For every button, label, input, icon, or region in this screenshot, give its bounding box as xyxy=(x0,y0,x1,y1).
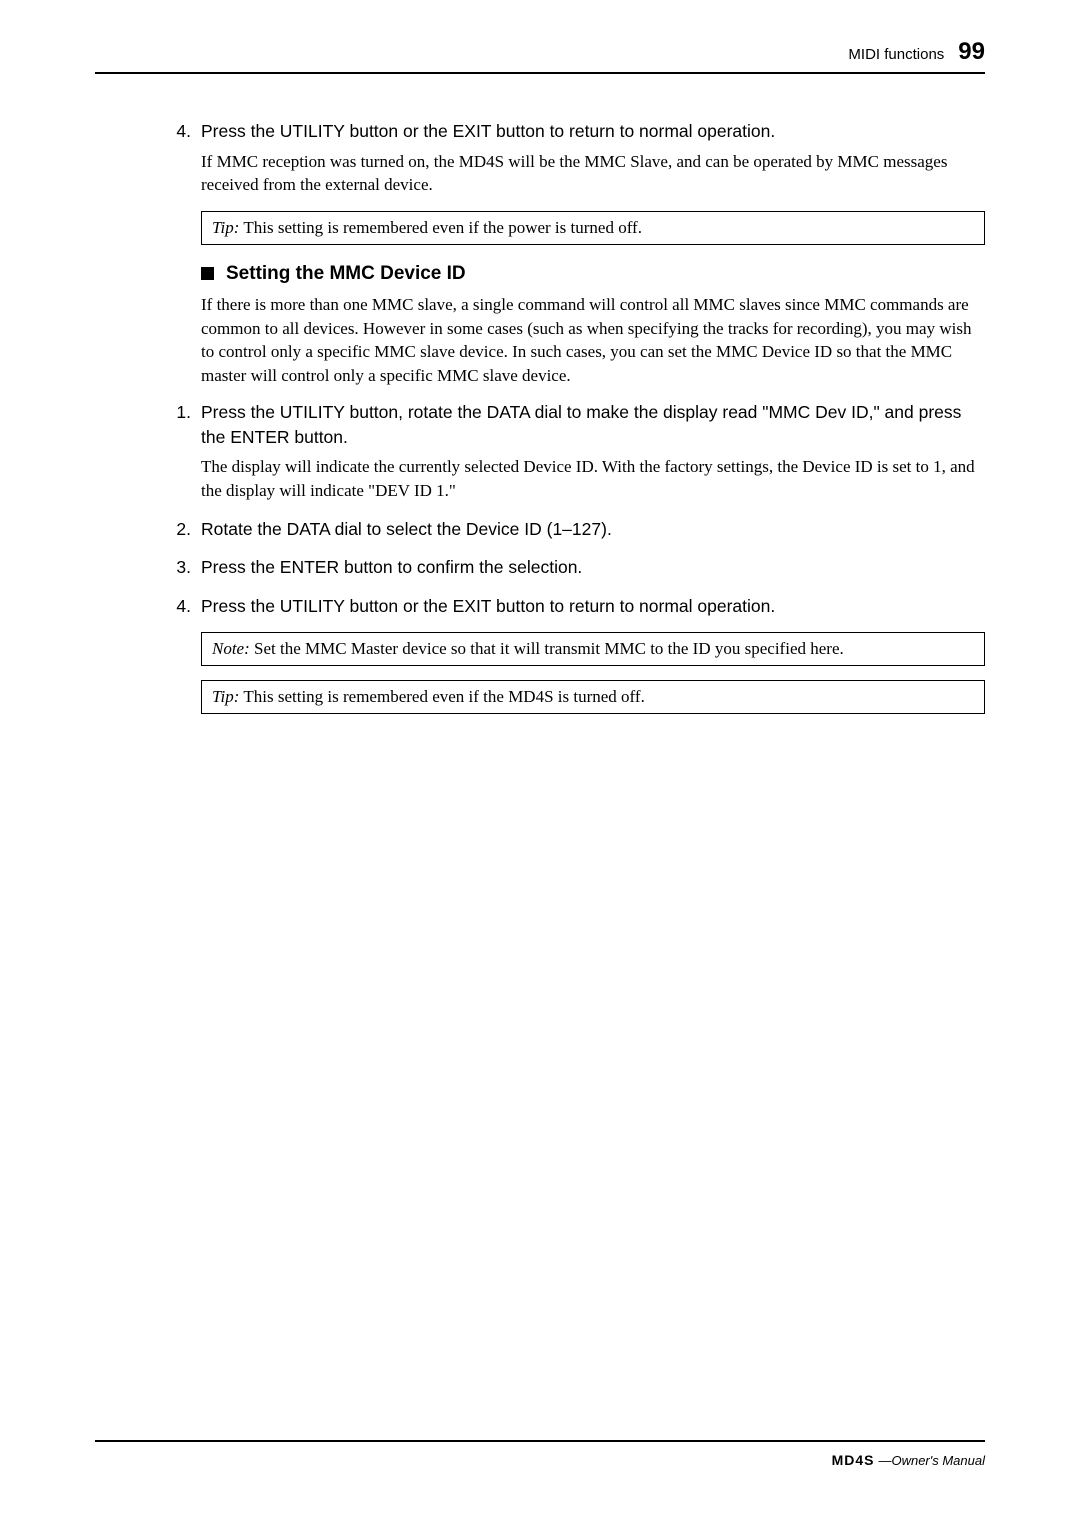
header-page-number: 99 xyxy=(958,38,985,66)
tip-box-1: Tip: This setting is remembered even if … xyxy=(201,211,985,245)
step-number: 4. xyxy=(95,594,201,619)
step-text: Press the UTILITY button or the EXIT but… xyxy=(201,594,985,619)
step-text: Press the ENTER button to confirm the se… xyxy=(201,555,985,580)
header-section-label: MIDI functions xyxy=(848,46,944,63)
section-title: Setting the MMC Device ID xyxy=(226,263,466,285)
tip-box-2: Tip: This setting is remembered even if … xyxy=(201,680,985,714)
step-1: 1. Press the UTILITY button, rotate the … xyxy=(95,400,985,503)
step-body: If MMC reception was turned on, the MD4S… xyxy=(201,150,985,198)
note-box: Note: Set the MMC Master device so that … xyxy=(201,632,985,666)
bullet-square-icon xyxy=(201,267,214,280)
page-container: MIDI functions 99 4. Press the UTILITY b… xyxy=(0,0,1080,1528)
step-4: 4. Press the UTILITY button or the EXIT … xyxy=(95,594,985,619)
step-line: 4. Press the UTILITY button or the EXIT … xyxy=(95,594,985,619)
footer-manual-label: —Owner's Manual xyxy=(878,1453,985,1468)
step-3: 3. Press the ENTER button to confirm the… xyxy=(95,555,985,580)
step-line: 2. Rotate the DATA dial to select the De… xyxy=(95,517,985,542)
step-line: 4. Press the UTILITY button or the EXIT … xyxy=(95,119,985,144)
step-number: 1. xyxy=(95,400,201,449)
tip-label: Tip: xyxy=(212,687,239,706)
step-body: The display will indicate the currently … xyxy=(201,455,985,503)
section-body: If there is more than one MMC slave, a s… xyxy=(201,293,985,388)
tip-label: Tip: xyxy=(212,218,239,237)
step-line: 3. Press the ENTER button to confirm the… xyxy=(95,555,985,580)
page-content: 4. Press the UTILITY button or the EXIT … xyxy=(95,119,985,1440)
step-number: 2. xyxy=(95,517,201,542)
step-text: Rotate the DATA dial to select the Devic… xyxy=(201,517,985,542)
step-text: Press the UTILITY button or the EXIT but… xyxy=(201,119,985,144)
note-text: Set the MMC Master device so that it wil… xyxy=(254,639,844,658)
page-footer: MD4S —Owner's Manual xyxy=(95,1440,985,1468)
step-number: 3. xyxy=(95,555,201,580)
tip-text: This setting is remembered even if the M… xyxy=(243,687,644,706)
step-line: 1. Press the UTILITY button, rotate the … xyxy=(95,400,985,449)
section-heading: Setting the MMC Device ID xyxy=(201,263,985,285)
footer-logo: MD4S xyxy=(832,1452,875,1468)
page-header: MIDI functions 99 xyxy=(95,38,985,74)
note-label: Note: xyxy=(212,639,250,658)
step-number: 4. xyxy=(95,119,201,144)
step-4-top: 4. Press the UTILITY button or the EXIT … xyxy=(95,119,985,197)
tip-text: This setting is remembered even if the p… xyxy=(243,218,642,237)
step-2: 2. Rotate the DATA dial to select the De… xyxy=(95,517,985,542)
step-text: Press the UTILITY button, rotate the DAT… xyxy=(201,400,985,449)
